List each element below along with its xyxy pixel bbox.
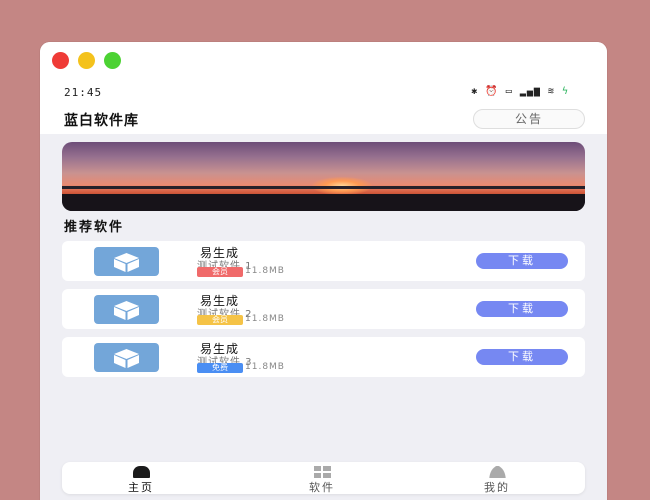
app-size: 11.8MB: [245, 314, 285, 324]
app-title: 蓝白软件库: [64, 113, 139, 129]
tab-software[interactable]: 软件: [272, 462, 372, 494]
app-card[interactable]: 易生成 测试软件 3 免费 11.8MB 下载: [62, 337, 585, 377]
app-window: 21:45 ✱ ⏰ ▭ ▂▄▆ ≋ ϟ 蓝白软件库 公告 推荐软件 易生成 测试: [40, 42, 607, 500]
home-icon: [133, 466, 150, 478]
tab-label: 软件: [309, 481, 335, 494]
app-icon: [94, 295, 159, 324]
alarm-icon: ⏰: [485, 86, 499, 97]
tab-label: 我的: [484, 481, 510, 494]
charging-icon: ϟ: [561, 86, 569, 97]
maximize-window-button[interactable]: [104, 52, 121, 69]
download-button[interactable]: 下载: [476, 349, 568, 365]
battery-icon: ▭: [505, 86, 513, 97]
user-icon: [489, 466, 506, 478]
app-badge: 会员: [197, 267, 243, 277]
app-icon: [94, 247, 159, 276]
cube-icon: [114, 301, 139, 320]
tab-mine[interactable]: 我的: [447, 462, 547, 494]
download-button[interactable]: 下载: [476, 301, 568, 317]
app-size: 11.8MB: [245, 362, 285, 372]
status-time: 21:45: [64, 86, 103, 99]
app-header: 蓝白软件库 公告: [40, 102, 607, 134]
cube-icon: [114, 349, 139, 368]
banner-ground: [62, 194, 585, 211]
app-icon: [94, 343, 159, 372]
section-title: 推荐软件: [64, 220, 125, 235]
grid-icon: [314, 466, 331, 478]
banner-railing: [62, 186, 585, 189]
wifi-icon: ≋: [547, 86, 555, 97]
app-card[interactable]: 易生成 测试软件 2 会员 11.8MB 下载: [62, 289, 585, 329]
app-badge: 免费: [197, 363, 243, 373]
app-size: 11.8MB: [245, 266, 285, 276]
notice-button[interactable]: 公告: [473, 109, 585, 129]
bottom-tab-bar: 主页 软件 我的: [62, 462, 585, 494]
minimize-window-button[interactable]: [78, 52, 95, 69]
status-bar: 21:45 ✱ ⏰ ▭ ▂▄▆ ≋ ϟ: [40, 84, 607, 102]
app-card[interactable]: 易生成 测试软件 1 会员 11.8MB 下载: [62, 241, 585, 281]
tab-label: 主页: [128, 481, 154, 494]
close-window-button[interactable]: [52, 52, 69, 69]
status-icons: ✱ ⏰ ▭ ▂▄▆ ≋ ϟ: [471, 86, 569, 97]
window-titlebar: [40, 42, 607, 84]
app-badge: 会员: [197, 315, 243, 325]
cube-icon: [114, 253, 139, 272]
signal-icon: ▂▄▆: [519, 86, 541, 97]
banner-image[interactable]: [62, 142, 585, 211]
tab-home[interactable]: 主页: [91, 462, 191, 494]
bluetooth-icon: ✱: [471, 86, 479, 97]
download-button[interactable]: 下载: [476, 253, 568, 269]
